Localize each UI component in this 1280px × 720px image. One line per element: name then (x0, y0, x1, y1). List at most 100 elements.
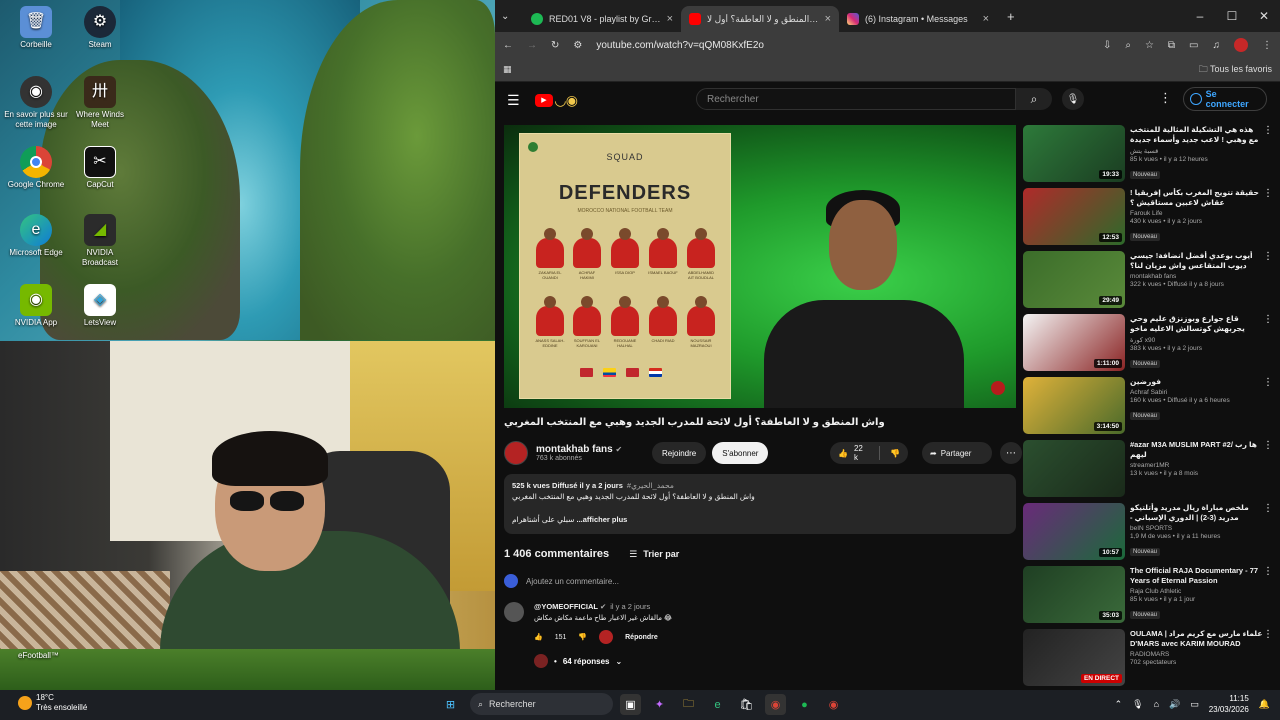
rec-menu-icon[interactable]: ⋮ (1263, 125, 1273, 136)
hashtag[interactable]: #محمد_الحيري (627, 481, 674, 490)
video-player[interactable]: SQUAD DEFENDERS MOROCCO NATIONAL FOOTBAL… (504, 125, 1016, 408)
task-view-icon[interactable]: ▣ (620, 694, 641, 715)
desktop-icon-steam[interactable]: ⚙ Steam (68, 6, 132, 50)
tab-spotify[interactable]: RED01 V8 - playlist by Greenbo × (523, 6, 681, 32)
recommendation-item[interactable]: 29:49 أيوب بوعدي أفضل انضافة! جيسي ديوب … (1023, 251, 1273, 314)
maximize-icon[interactable]: ☐ (1216, 9, 1248, 23)
store-icon[interactable]: 🛍 (736, 694, 757, 715)
chevron-up-icon[interactable]: ⌃ (1115, 699, 1123, 710)
rec-menu-icon[interactable]: ⋮ (1263, 440, 1273, 451)
desktop-icon-spotlight[interactable]: ◉ En savoir plus sur cette image (4, 76, 68, 130)
desktop-icon-nvidia-app[interactable]: ◉ NVIDIA App (4, 284, 68, 328)
all-bookmarks[interactable]: 🗀 Tous les favoris (1199, 62, 1272, 78)
reload-icon[interactable]: ↻ (551, 40, 559, 51)
clock[interactable]: 11:15 23/03/2026 (1209, 693, 1249, 715)
video-thumbnail[interactable]: 19:33 (1023, 125, 1125, 182)
copilot-icon[interactable]: ✦ (649, 694, 670, 715)
desktop-icon-capcut[interactable]: ✂ CapCut (68, 146, 132, 190)
add-comment[interactable]: Ajoutez un commentaire... (504, 574, 1016, 588)
sign-in-button[interactable]: Se connecter (1183, 87, 1267, 111)
apps-grid-icon[interactable]: ▦ (503, 64, 512, 75)
desktop-icon-chrome[interactable]: Google Chrome (4, 146, 68, 190)
recommendation-item[interactable]: 35:03 The Official RAJA Documentary - 77… (1023, 566, 1273, 629)
install-icon[interactable]: ⇩ (1103, 40, 1111, 51)
recommendation-item[interactable]: 12:53 حقيقة تتويج المغرب بكأس إفريقيا ! … (1023, 188, 1273, 251)
recommendation-item[interactable]: 19:33 هذه هي التشكيلة المثالية للمنتخب م… (1023, 125, 1273, 188)
chrome-profile-icon[interactable]: ◉ (823, 694, 844, 715)
video-thumbnail[interactable]: 1:11:00 (1023, 314, 1125, 371)
close-window-icon[interactable]: ✕ (1248, 9, 1280, 23)
search-input[interactable]: Rechercher (696, 88, 1016, 110)
reply-button[interactable]: Répondre (625, 634, 658, 641)
taskbar-search[interactable]: ⌕ Rechercher (470, 693, 613, 715)
file-explorer-icon[interactable]: 🗀 (678, 694, 699, 715)
video-thumbnail[interactable]: 12:53 (1023, 188, 1125, 245)
join-button[interactable]: Rejoindre (652, 442, 707, 464)
rec-menu-icon[interactable]: ⋮ (1263, 629, 1273, 640)
battery-icon[interactable]: ▭ (1190, 699, 1199, 710)
channel-name[interactable]: montakhab fans (536, 444, 613, 455)
subscribe-button[interactable]: S'abonner (712, 442, 769, 464)
notification-bell-icon[interactable]: 🔔 (1259, 699, 1270, 710)
like-icon[interactable]: 👍 (838, 449, 848, 458)
video-thumbnail[interactable]: 10:57 (1023, 503, 1125, 560)
dislike-icon[interactable]: 👎 (890, 449, 900, 458)
edge-icon[interactable]: e (707, 694, 728, 715)
recommendation-item[interactable]: #azar M3A MUSLIM PART #2/ ها رب ليهم stre… (1023, 440, 1273, 503)
forward-icon[interactable]: → (527, 40, 537, 51)
close-icon[interactable]: × (825, 13, 831, 25)
media-icon[interactable]: ♫ (1213, 40, 1221, 51)
comment-like-icon[interactable]: 👍 (534, 633, 543, 641)
profile-avatar[interactable] (1234, 38, 1248, 52)
search-icon[interactable]: ⌕ (1016, 88, 1052, 110)
recommendation-item[interactable]: 1:11:00 قاع جوارع وبوزنزق عليم وحي يجربه… (1023, 314, 1273, 377)
rec-menu-icon[interactable]: ⋮ (1263, 377, 1273, 388)
desktop-icon-recycle-bin[interactable]: 🗑 Corbeille (4, 6, 68, 50)
minimize-icon[interactable]: – (1184, 9, 1216, 23)
comment-author[interactable]: @YOMEOFFICIAL (534, 602, 598, 611)
video-thumbnail[interactable] (1023, 440, 1125, 497)
hamburger-menu-icon[interactable]: ☰ (507, 92, 535, 109)
youtube-logo[interactable]: ▶ ◡◉ (535, 92, 578, 109)
browser-menu-icon[interactable]: ⋮ (1262, 40, 1272, 51)
new-tab-icon[interactable]: + (1007, 9, 1015, 24)
rec-menu-icon[interactable]: ⋮ (1263, 188, 1273, 199)
video-thumbnail[interactable]: 3:14:50 (1023, 377, 1125, 434)
tab-search-chevron-icon[interactable]: ⌄ (501, 11, 523, 22)
microphone-icon[interactable]: 🎙 (1062, 88, 1084, 110)
url-field[interactable]: youtube.com/watch?v=qQM08KxfE2o (596, 40, 1089, 51)
rec-menu-icon[interactable]: ⋮ (1263, 314, 1273, 325)
rec-menu-icon[interactable]: ⋮ (1263, 503, 1273, 514)
extensions-icon[interactable]: ⧉ (1168, 40, 1175, 51)
chrome-icon[interactable]: ◉ (765, 694, 786, 715)
channel-avatar[interactable] (504, 441, 528, 465)
replies-toggle[interactable]: • 64 réponses ⌄ (534, 654, 1016, 668)
bookmark-star-icon[interactable]: ☆ (1145, 40, 1154, 51)
desktop-icon-edge[interactable]: e Microsoft Edge (4, 214, 68, 258)
more-actions-icon[interactable]: ⋯ (1000, 442, 1022, 464)
tab-youtube[interactable]: واش المنطق و لا العاطفة؟ أول لا × (681, 6, 839, 32)
weather-widget[interactable]: 18°C Très ensoleillé (18, 693, 87, 713)
site-info-icon[interactable]: ⚙ (573, 40, 582, 51)
windows-start-icon[interactable]: ⊞ (440, 694, 461, 715)
commenter-avatar[interactable] (504, 602, 524, 622)
recommendation-item[interactable]: EN DIRECT OULAMA | علماء مارس مع كريم مر… (1023, 629, 1273, 690)
description-box[interactable]: 525 k vues Diffusé il y a 2 jours #محمد_ا… (504, 474, 1016, 534)
close-icon[interactable]: × (983, 13, 989, 25)
share-button[interactable]: ➦ Partager (922, 442, 992, 464)
settings-kebab-icon[interactable]: ⋮ (1159, 90, 1172, 106)
recommendation-item[interactable]: 10:57 ملخص مباراة ريال مدريد وأتلتيكو مد… (1023, 503, 1273, 566)
desktop-icon-letsview[interactable]: ◈ LetsView (68, 284, 132, 328)
video-thumbnail[interactable]: 35:03 (1023, 566, 1125, 623)
tab-instagram[interactable]: (6) Instagram • Messages × (839, 6, 997, 32)
sort-button[interactable]: ☰ Trier par (629, 549, 679, 560)
show-more-link[interactable]: ...afficher plus (577, 515, 628, 524)
like-count[interactable]: 22 k (854, 444, 869, 462)
rec-menu-icon[interactable]: ⋮ (1263, 566, 1273, 577)
zoom-icon[interactable]: ⌕ (1125, 40, 1131, 51)
network-icon[interactable]: ⌂ (1154, 699, 1159, 709)
desktop-icon-where-winds-meet[interactable]: 卅 Where Winds Meet (68, 76, 132, 130)
back-icon[interactable]: ← (503, 40, 513, 51)
desktop-icon-nvidia-broadcast[interactable]: ◢ NVIDIA Broadcast (68, 214, 132, 268)
add-comment-input[interactable]: Ajoutez un commentaire... (526, 577, 619, 586)
